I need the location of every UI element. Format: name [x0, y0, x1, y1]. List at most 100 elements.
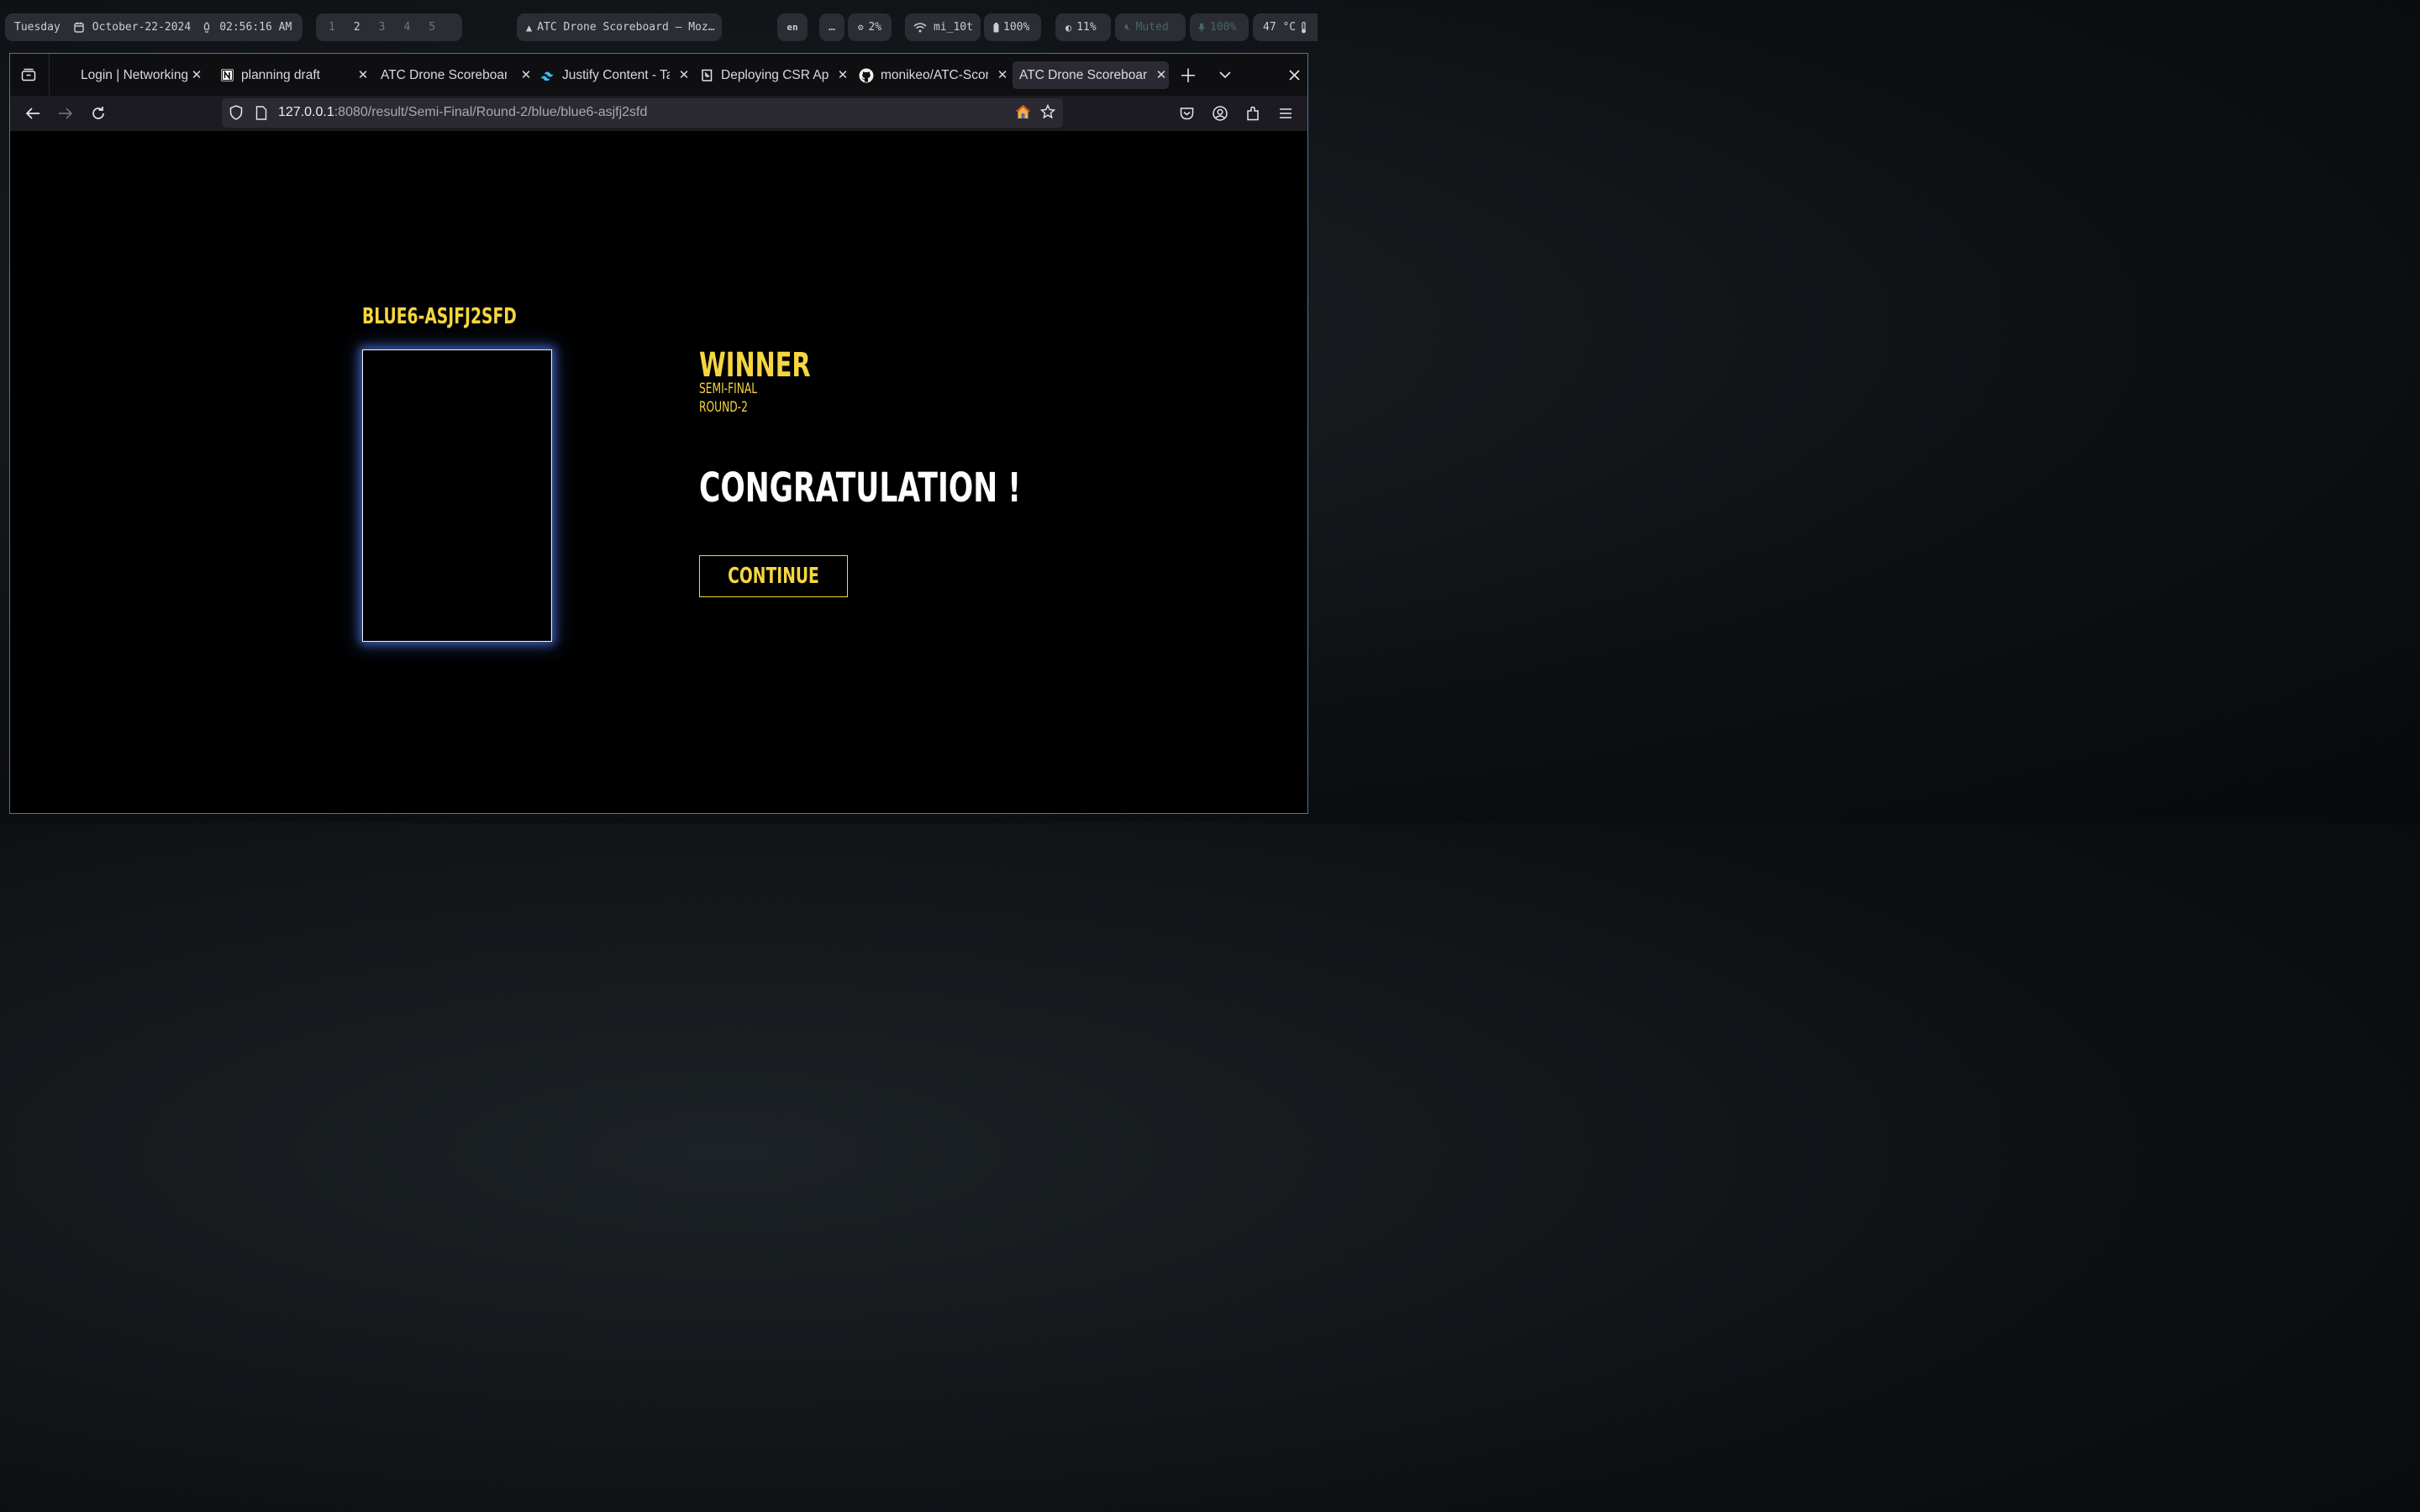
- account-button[interactable]: [1211, 104, 1229, 123]
- arrow-left-icon: [25, 108, 39, 119]
- close-icon: [1288, 69, 1300, 81]
- team-name: BLUE6-ASJFJ2SFD: [362, 304, 517, 329]
- workspace-5[interactable]: 5: [429, 21, 435, 34]
- tab-planning-draft[interactable]: planning draft ✕: [219, 61, 371, 89]
- tray-more-button[interactable]: …: [819, 13, 844, 41]
- tab-atc-scoreboard[interactable]: ATC Drone Scoreboard ✕: [374, 61, 534, 89]
- extensions-button[interactable]: [1244, 104, 1262, 123]
- time-label: 02:56:16 AM: [219, 21, 292, 34]
- workspace-4[interactable]: 4: [403, 21, 410, 34]
- cpu-widget: ⚙ 2%: [848, 13, 892, 41]
- window-app-icon: ▲: [526, 21, 533, 34]
- url-host: 127.0.0.1: [278, 105, 334, 119]
- close-icon[interactable]: ✕: [837, 67, 849, 82]
- chevron-down-icon: [1219, 71, 1231, 78]
- volume-widget[interactable]: 🔇︎ Muted: [1115, 13, 1186, 41]
- continue-button[interactable]: CONTINUE: [699, 555, 848, 597]
- back-button[interactable]: [24, 104, 42, 123]
- wifi-icon: [913, 22, 927, 33]
- wifi-widget[interactable]: mi_10t: [905, 13, 981, 41]
- account-icon: [1213, 106, 1228, 121]
- tab-bar: Login | Networking ✕ planning draft ✕ AT…: [10, 54, 1307, 96]
- temperature-value: 47 °C: [1263, 21, 1297, 34]
- reload-button[interactable]: [89, 104, 108, 123]
- workspace-1[interactable]: 1: [329, 21, 335, 34]
- tab-label: planning draft: [241, 67, 320, 82]
- keyboard-layout[interactable]: en: [777, 13, 808, 41]
- browser-window: Login | Networking ✕ planning draft ✕ AT…: [9, 53, 1308, 814]
- tab-login[interactable]: Login | Networking ✕: [74, 61, 204, 89]
- keyboard-layout-label: en: [786, 22, 798, 33]
- hamburger-icon: [1280, 108, 1292, 118]
- round-label: ROUND-2: [699, 399, 748, 416]
- tab-atc-scoreboard-active[interactable]: ATC Drone Scoreboard ✕: [1013, 61, 1169, 89]
- mic-level: 100%: [1210, 21, 1237, 34]
- tab-list-button[interactable]: [1216, 66, 1234, 84]
- tab-label: ATC Drone Scoreboard: [1019, 67, 1147, 82]
- menu-button[interactable]: [1276, 104, 1295, 123]
- notion-icon: [219, 68, 234, 83]
- result-title: WINNER: [699, 346, 811, 385]
- tab-label: ATC Drone Scoreboard: [381, 67, 507, 82]
- tray-more-label: …: [829, 21, 835, 34]
- workspace-2[interactable]: 2: [354, 21, 360, 34]
- tailwind-icon: [540, 68, 555, 83]
- close-icon[interactable]: ✕: [520, 67, 532, 82]
- tab-overview-button[interactable]: [19, 66, 38, 84]
- workspace-3[interactable]: 3: [379, 21, 386, 34]
- brightness-icon: ◐: [1065, 21, 1072, 34]
- tab-label: monikeo/ATC-Scoreboard: [881, 67, 988, 82]
- brightness-level: 11%: [1076, 21, 1097, 34]
- tab-deploying-csr[interactable]: Deploying CSR App ✕: [699, 61, 850, 89]
- congratulation-message: CONGRATULATION !: [699, 465, 1021, 512]
- page-info-icon[interactable]: [255, 106, 267, 124]
- archive-icon: [21, 68, 36, 81]
- battery-widget: 100%: [984, 13, 1041, 41]
- forward-button[interactable]: [56, 104, 75, 123]
- clock-icon: [203, 21, 211, 34]
- bookmark-star-icon[interactable]: [1039, 103, 1056, 123]
- thermometer-icon: [1301, 21, 1307, 34]
- mic-widget[interactable]: 100%: [1190, 13, 1249, 41]
- volume-status: Muted: [1135, 21, 1169, 34]
- close-icon[interactable]: ✕: [997, 67, 1008, 82]
- wifi-ssid: mi_10t: [934, 21, 973, 34]
- shield-icon[interactable]: [229, 105, 243, 124]
- close-icon[interactable]: ✕: [191, 67, 203, 82]
- tab-label: Login | Networking: [81, 67, 187, 82]
- continue-label: CONTINUE: [728, 564, 819, 589]
- tab-github-repo[interactable]: monikeo/ATC-Scoreboard ✕: [859, 61, 1010, 89]
- calendar-icon: [74, 22, 84, 33]
- battery-level: 100%: [1003, 21, 1030, 34]
- close-icon[interactable]: ✕: [357, 67, 369, 82]
- pocket-button[interactable]: [1177, 104, 1196, 123]
- cpu-icon: ⚙: [857, 22, 864, 33]
- team-image-frame: [362, 349, 552, 642]
- volume-muted-icon: 🔇︎: [1124, 21, 1131, 33]
- navigation-toolbar: 127.0.0.1:8080/result/Semi-Final/Round-2…: [10, 96, 1307, 131]
- temperature-widget: 47 °C: [1253, 13, 1318, 41]
- active-window-title: ▲ ATC Drone Scoreboard — Moz…: [517, 13, 722, 41]
- reload-icon: [92, 107, 104, 119]
- date-label: October-22-2024: [92, 21, 192, 34]
- close-window-button[interactable]: [1285, 66, 1303, 84]
- tab-justify-content[interactable]: Justify Content - Tailwind ✕: [540, 61, 692, 89]
- pocket-icon: [1180, 108, 1193, 120]
- tab-separator: [49, 54, 50, 96]
- brightness-widget[interactable]: ◐ 11%: [1055, 13, 1111, 41]
- tab-label: Deploying CSR App: [721, 67, 829, 82]
- url-path: :8080/result/Semi-Final/Round-2/blue/blu…: [334, 105, 648, 119]
- puzzle-icon: [1246, 106, 1259, 121]
- microphone-icon: [1198, 23, 1205, 33]
- home-icon[interactable]: [1015, 104, 1031, 123]
- github-icon: [859, 68, 874, 83]
- page-content: BLUE6-ASJFJ2SFD WINNER SEMI-FINAL ROUND-…: [10, 131, 1307, 813]
- new-tab-button[interactable]: ＋: [1179, 66, 1197, 87]
- url-text[interactable]: 127.0.0.1:8080/result/Semi-Final/Round-2…: [278, 105, 647, 120]
- arrow-right-icon: [59, 108, 73, 119]
- close-icon[interactable]: ✕: [678, 67, 690, 82]
- address-bar[interactable]: 127.0.0.1:8080/result/Semi-Final/Round-2…: [222, 98, 1063, 128]
- book-icon: [699, 68, 714, 83]
- datetime-widget: Tuesday October-22-2024 02:56:16 AM: [5, 13, 302, 41]
- close-icon[interactable]: ✕: [1155, 67, 1167, 82]
